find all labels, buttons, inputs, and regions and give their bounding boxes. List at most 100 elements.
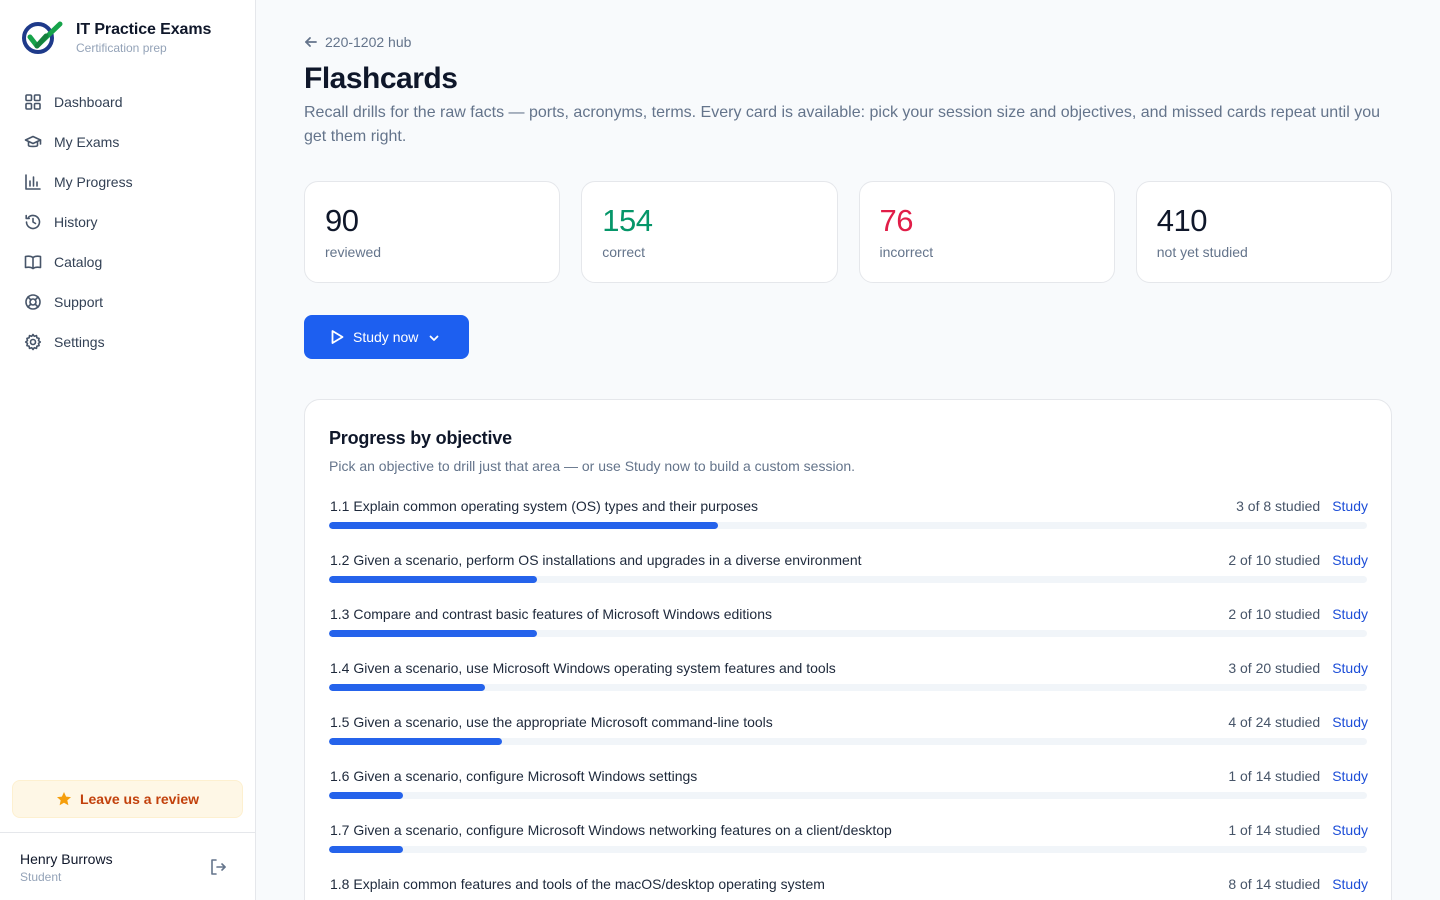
stat-card-not-yet-studied: 410 not yet studied	[1135, 181, 1392, 283]
objective-progress-fill	[329, 522, 719, 529]
nav-item-my-progress[interactable]: My Progress	[12, 162, 244, 202]
history-icon	[24, 213, 42, 231]
logout-icon	[211, 859, 226, 875]
objective-progress-track	[329, 576, 1367, 583]
leave-review-button[interactable]: Leave us a review	[12, 780, 243, 818]
objective-row: 1.4 Given a scenario, use Microsoft Wind…	[329, 658, 1368, 712]
objective-progress-fill	[329, 738, 503, 745]
back-link[interactable]: 220-1202 hub	[304, 34, 411, 50]
stat-card-reviewed: 90 reviewed	[304, 181, 561, 283]
objective-count: 8 of 14 studied	[1228, 876, 1321, 892]
objective-count: 1 of 14 studied	[1228, 822, 1321, 838]
objective-meta: 3 of 8 studied Study	[1236, 498, 1368, 514]
objective-title: 1.4 Given a scenario, use Microsoft Wind…	[330, 660, 836, 676]
objective-study-link[interactable]: Study	[1332, 606, 1368, 622]
objective-progress-fill	[329, 630, 537, 637]
user-role: Student	[20, 870, 62, 884]
brand-logo-icon	[22, 21, 63, 54]
objective-meta: 2 of 10 studied Study	[1228, 606, 1368, 622]
nav-item-support[interactable]: Support	[12, 282, 244, 322]
objective-title: 1.5 Given a scenario, use the appropriat…	[330, 714, 773, 730]
nav-label: Settings	[54, 334, 105, 350]
stat-value: 76	[879, 203, 914, 238]
stat-label: reviewed	[325, 244, 382, 260]
stat-value: 90	[325, 203, 359, 238]
objective-meta: 8 of 14 studied Study	[1228, 876, 1368, 892]
objectives-list: 1.1 Explain common operating system (OS)…	[329, 496, 1368, 900]
objective-progress-track	[329, 738, 1367, 745]
objective-meta: 3 of 20 studied Study	[1228, 660, 1368, 676]
objective-meta: 1 of 14 studied Study	[1228, 768, 1368, 784]
objective-count: 3 of 8 studied	[1236, 498, 1321, 514]
graduation-cap-icon	[24, 133, 42, 151]
stats-row: 90 reviewed 154 correct 76 incorrect 410…	[304, 181, 1392, 283]
panel-title: Progress by objective	[329, 428, 512, 448]
objective-meta: 2 of 10 studied Study	[1228, 552, 1368, 568]
leave-review-label: Leave us a review	[79, 791, 200, 807]
objective-count: 2 of 10 studied	[1228, 552, 1321, 568]
play-icon	[329, 329, 345, 345]
brand[interactable]: IT Practice Exams Certification prep	[20, 20, 211, 56]
lifebuoy-icon	[24, 293, 42, 311]
study-now-button[interactable]: Study now	[304, 315, 469, 359]
logout-button[interactable]	[208, 857, 228, 877]
stat-value: 410	[1156, 203, 1208, 238]
objective-progress-track	[329, 846, 1367, 853]
objective-study-link[interactable]: Study	[1332, 822, 1368, 838]
nav-item-catalog[interactable]: Catalog	[12, 242, 244, 282]
stat-label: correct	[602, 244, 646, 260]
objective-progress-fill	[329, 684, 485, 691]
objective-study-link[interactable]: Study	[1332, 876, 1368, 892]
objective-progress-track	[329, 630, 1367, 637]
objective-study-link[interactable]: Study	[1332, 498, 1368, 514]
dashboard-icon	[24, 93, 42, 111]
objective-progress-fill	[329, 846, 404, 853]
objective-progress-track	[329, 684, 1367, 691]
brand-title: IT Practice Exams	[76, 21, 212, 38]
back-link-label: 220-1202 hub	[325, 34, 412, 50]
objective-title: 1.8 Explain common features and tools of…	[330, 876, 825, 892]
panel-subtitle: Pick an objective to drill just that are…	[329, 458, 856, 474]
page-title: Flashcards	[304, 62, 458, 95]
objective-progress-fill	[329, 576, 537, 583]
nav-label: Dashboard	[54, 94, 123, 110]
objective-study-link[interactable]: Study	[1332, 552, 1368, 568]
arrow-left-icon	[305, 37, 317, 47]
objective-row: 1.2 Given a scenario, perform OS install…	[329, 550, 1368, 604]
objective-progress-track	[329, 792, 1367, 799]
objective-title: 1.6 Given a scenario, configure Microsof…	[330, 768, 698, 784]
user-name: Henry Burrows	[20, 851, 113, 867]
nav-label: History	[54, 214, 98, 230]
nav-item-settings[interactable]: Settings	[12, 322, 244, 362]
objective-progress-fill	[329, 792, 404, 799]
objective-study-link[interactable]: Study	[1332, 768, 1368, 784]
objective-study-link[interactable]: Study	[1332, 714, 1368, 730]
stat-value: 154	[602, 203, 653, 238]
stat-label: incorrect	[879, 244, 934, 260]
objective-row: 1.3 Compare and contrast basic features …	[329, 604, 1368, 658]
star-icon	[56, 792, 71, 806]
nav-label: My Exams	[54, 134, 120, 150]
objective-meta: 1 of 14 studied Study	[1228, 822, 1368, 838]
nav-item-my-exams[interactable]: My Exams	[12, 122, 244, 162]
objective-progress-track	[329, 522, 1367, 529]
nav-item-dashboard[interactable]: Dashboard	[12, 82, 244, 122]
nav-label: Support	[54, 294, 104, 310]
bar-chart-icon	[24, 173, 42, 191]
chevron-down-icon	[428, 331, 440, 343]
objective-row: 1.7 Given a scenario, configure Microsof…	[329, 820, 1368, 874]
objective-count: 4 of 24 studied	[1228, 714, 1321, 730]
objective-count: 1 of 14 studied	[1228, 768, 1321, 784]
study-now-label: Study now	[353, 329, 419, 345]
sidebar-nav: Dashboard My Exams My Progress History C…	[12, 82, 244, 362]
nav-item-history[interactable]: History	[12, 202, 244, 242]
stat-label: not yet studied	[1156, 244, 1248, 260]
objective-count: 3 of 20 studied	[1228, 660, 1321, 676]
objective-study-link[interactable]: Study	[1332, 660, 1368, 676]
page-description: Recall drills for the raw facts — ports,…	[304, 104, 1380, 145]
stat-card-correct: 154 correct	[581, 181, 838, 283]
nav-label: My Progress	[54, 174, 133, 190]
objective-row: 1.6 Given a scenario, configure Microsof…	[329, 766, 1368, 820]
objective-row: 1.1 Explain common operating system (OS)…	[329, 496, 1368, 550]
objectives-panel: Progress by objective Pick an objective …	[304, 399, 1392, 900]
